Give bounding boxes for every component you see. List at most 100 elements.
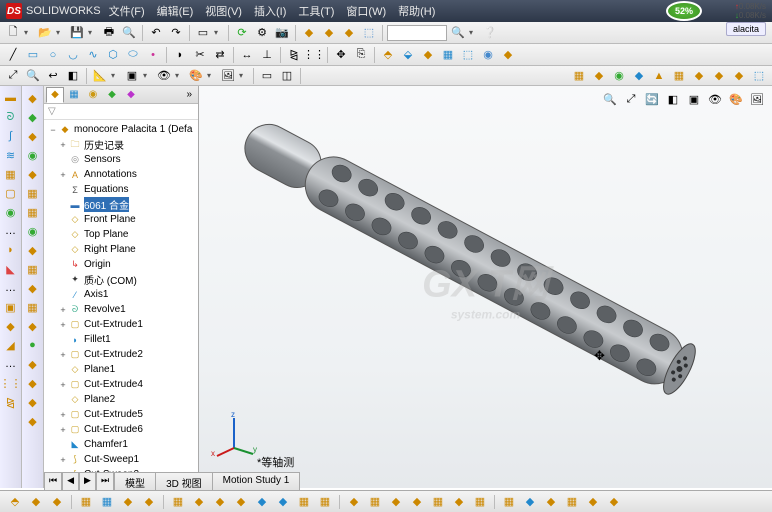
new-button[interactable]: 🗋 [4,24,22,42]
tree-item-cut-extrude2[interactable]: +▢Cut-Extrude2 [44,347,198,362]
sb-7[interactable]: ◆ [140,494,158,510]
addin4-button[interactable]: ⬚ [360,24,378,42]
rv9[interactable]: ◆ [730,67,748,85]
rail2-3[interactable]: ◆ [25,128,41,144]
sb-19[interactable]: ◆ [408,494,426,510]
print-preview-button[interactable]: 🔍 [120,24,138,42]
print-button[interactable]: 🖶 [100,24,118,42]
document-tab[interactable]: alacita [726,22,766,36]
pattern-sk-button[interactable]: ⋮⋮ [305,46,323,64]
rel-button[interactable]: ⊥ [258,46,276,64]
rail-cut-rev[interactable]: ◉ [3,204,19,220]
menu-insert[interactable]: 插入(I) [254,3,286,19]
rv8[interactable]: ◆ [710,67,728,85]
rv2[interactable]: ◆ [590,67,608,85]
tree-item-axis1[interactable]: ⁄Axis1 [44,287,198,302]
rail2-16[interactable]: ◆ [25,375,41,391]
addin3-button[interactable]: ◆ [340,24,358,42]
tab-nav-prev[interactable]: ◀ [62,472,79,490]
menu-view[interactable]: 视图(V) [205,3,242,19]
dim-button[interactable]: ↔ [238,46,256,64]
sb-15[interactable]: ▦ [316,494,334,510]
appearance-button[interactable]: 🎨 [187,67,205,85]
rv10[interactable]: ⬚ [750,67,768,85]
tree-tab-dim[interactable]: ◆ [103,87,121,103]
tab-nav-first[interactable]: ⏮ [44,472,62,490]
rail-extrude[interactable]: ▬ [3,90,19,106]
polygon-button[interactable]: ⬡ [104,46,122,64]
prev-view[interactable]: ↩ [44,67,62,85]
tree-item-cut-extrude6[interactable]: +▢Cut-Extrude6 [44,422,198,437]
rv5[interactable]: ▲ [650,67,668,85]
m2[interactable]: ⬙ [399,46,417,64]
rail2-18[interactable]: ◆ [25,413,41,429]
rail-x2[interactable]: … [3,280,19,296]
rail-loft[interactable]: ≋ [3,147,19,163]
rect-button[interactable]: ▭ [24,46,42,64]
tree-tab-property[interactable]: ▦ [65,87,83,103]
sb-20[interactable]: ▦ [429,494,447,510]
tab-nav-next[interactable]: ▶ [79,472,96,490]
sb-1[interactable]: ⬘ [6,494,24,510]
rv4[interactable]: ◆ [630,67,648,85]
save-button[interactable]: 💾 [68,24,86,42]
sb-11[interactable]: ◆ [232,494,250,510]
m7[interactable]: ◆ [499,46,517,64]
tree-filter[interactable]: ▽ [44,104,198,120]
sb-21[interactable]: ◆ [450,494,468,510]
sb-28[interactable]: ◆ [605,494,623,510]
sb-9[interactable]: ◆ [190,494,208,510]
rail-fillet[interactable]: ◗ [3,242,19,258]
tree-tab-display[interactable]: ◆ [122,87,140,103]
menu-edit[interactable]: 编辑(E) [157,3,194,19]
undo-button[interactable]: ↶ [147,24,165,42]
sb-2[interactable]: ◆ [27,494,45,510]
sb-23[interactable]: ▦ [500,494,518,510]
rv7[interactable]: ◆ [690,67,708,85]
tree-item-front-plane[interactable]: ◇Front Plane [44,212,198,227]
viewport2[interactable]: ◫ [278,67,296,85]
spline-button[interactable]: ∿ [84,46,102,64]
sb-17[interactable]: ▦ [366,494,384,510]
sb-13[interactable]: ◆ [274,494,292,510]
rail-pattern[interactable]: ⋮⋮ [3,375,19,391]
mirror-sk-button[interactable]: ⧎ [285,46,303,64]
search-type-button[interactable]: 🔍 [449,24,467,42]
rail2-8[interactable]: ◉ [25,223,41,239]
rail2-10[interactable]: ▦ [25,261,41,277]
tree-item-chamfer1[interactable]: ◣Chamfer1 [44,437,198,452]
menu-tools[interactable]: 工具(T) [298,3,334,19]
tree-item-revolve1[interactable]: +ᘐRevolve1 [44,302,198,317]
open-button[interactable]: 📂 [36,24,54,42]
rail-boundary[interactable]: ▦ [3,166,19,182]
tree-tab-feature[interactable]: ◆ [46,87,64,103]
tree-item-plane1[interactable]: ◇Plane1 [44,362,198,377]
rail2-12[interactable]: ▦ [25,299,41,315]
m1[interactable]: ⬘ [379,46,397,64]
tree-item-annotations[interactable]: +AAnnotations [44,167,198,182]
rail-revolve[interactable]: ᘐ [3,109,19,125]
tab-model[interactable]: 模型 [114,472,156,490]
command-search[interactable] [387,25,447,41]
tab-3dview[interactable]: 3D 视图 [155,472,213,490]
m6[interactable]: ◉ [479,46,497,64]
tree-item-cut-sweep1[interactable]: +⟆Cut-Sweep1 [44,452,198,467]
select-button[interactable]: ▭ [194,24,212,42]
sb-24[interactable]: ◆ [521,494,539,510]
sb-16[interactable]: ◆ [345,494,363,510]
rail-sweep[interactable]: ∫ [3,128,19,144]
move-button[interactable]: ✥ [332,46,350,64]
tree-item-top-plane[interactable]: ◇Top Plane [44,227,198,242]
tree-item-6061-[interactable]: ▬6061 合金 [44,197,198,212]
tree-item-origin[interactable]: ↳Origin [44,257,198,272]
rail-rib[interactable]: ◆ [3,318,19,334]
copy-button[interactable]: ⎘ [352,46,370,64]
rail2-17[interactable]: ◆ [25,394,41,410]
tab-motion[interactable]: Motion Study 1 [212,472,301,490]
section-view[interactable]: ◧ [64,67,82,85]
rail2-7[interactable]: ▦ [25,204,41,220]
sb-5[interactable]: ▦ [98,494,116,510]
tree-item--com-[interactable]: ✦质心 (COM) [44,272,198,287]
rail2-14[interactable]: ● [25,337,41,353]
m3[interactable]: ◆ [419,46,437,64]
